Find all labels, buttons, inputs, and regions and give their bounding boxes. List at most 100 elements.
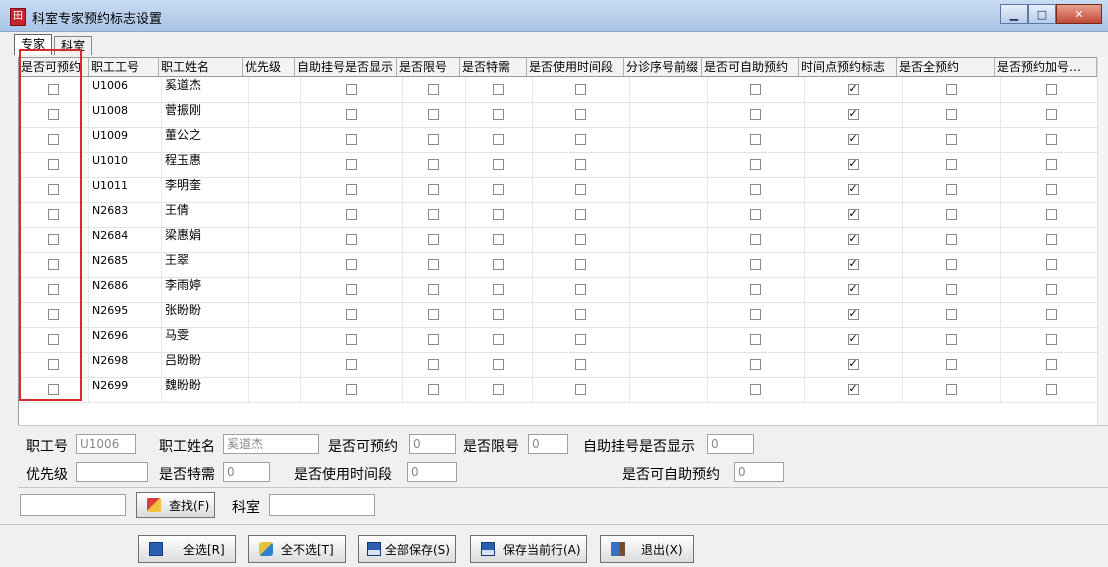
row-checkbox[interactable] xyxy=(493,359,504,370)
checkbox-cell[interactable] xyxy=(301,177,403,202)
row-checkbox[interactable] xyxy=(575,134,586,145)
emp-name-cell[interactable]: 吕盼盼 xyxy=(162,352,249,377)
row-checkbox[interactable] xyxy=(945,209,957,220)
row-checkbox[interactable] xyxy=(345,184,357,195)
save-all-button[interactable]: 全部保存(S) xyxy=(358,535,456,563)
emp-no-cell[interactable]: N2683 xyxy=(89,202,162,227)
column-header[interactable]: 职工姓名 xyxy=(159,58,243,76)
checkbox-cell[interactable] xyxy=(903,102,1001,127)
row-checkbox[interactable] xyxy=(1045,84,1057,95)
emp-no-cell[interactable]: U1008 xyxy=(89,102,162,127)
row-checkbox[interactable] xyxy=(847,132,859,145)
checkbox-cell[interactable] xyxy=(403,277,466,302)
minimize-button[interactable]: ▁ xyxy=(1000,4,1028,24)
row-checkbox[interactable] xyxy=(575,234,586,245)
checkbox-cell[interactable] xyxy=(708,152,805,177)
special-field[interactable]: 0 xyxy=(223,462,270,482)
emp-no-cell[interactable]: N2684 xyxy=(89,227,162,252)
priority-cell[interactable] xyxy=(249,202,301,227)
checkbox-cell[interactable] xyxy=(708,302,805,327)
row-checkbox[interactable] xyxy=(47,84,59,95)
row-checkbox[interactable] xyxy=(47,234,59,245)
priority-cell[interactable] xyxy=(249,352,301,377)
row-checkbox[interactable] xyxy=(575,309,586,320)
row-checkbox[interactable] xyxy=(345,159,357,170)
checkbox-cell[interactable] xyxy=(1001,302,1103,327)
row-checkbox[interactable] xyxy=(750,359,761,370)
row-checkbox[interactable] xyxy=(47,159,59,170)
checkbox-cell[interactable] xyxy=(301,202,403,227)
row-checkbox[interactable] xyxy=(847,307,859,320)
prefix-cell[interactable] xyxy=(630,152,708,177)
checkbox-cell[interactable] xyxy=(301,152,403,177)
checkbox-cell[interactable] xyxy=(805,77,903,102)
checkbox-cell[interactable] xyxy=(403,152,466,177)
emp-no-cell[interactable]: U1011 xyxy=(89,177,162,202)
priority-cell[interactable] xyxy=(249,377,301,402)
timeslot-field[interactable]: 0 xyxy=(407,462,457,482)
column-header[interactable]: 职工工号 xyxy=(89,58,159,76)
row-checkbox[interactable] xyxy=(345,359,357,370)
emp-name-cell[interactable]: 王倩 xyxy=(162,202,249,227)
checkbox-cell[interactable] xyxy=(19,302,89,327)
checkbox-cell[interactable] xyxy=(903,202,1001,227)
row-checkbox[interactable] xyxy=(493,109,504,120)
row-checkbox[interactable] xyxy=(493,384,504,395)
row-checkbox[interactable] xyxy=(428,309,439,320)
row-checkbox[interactable] xyxy=(428,234,439,245)
checkbox-cell[interactable] xyxy=(403,202,466,227)
checkbox-cell[interactable] xyxy=(708,127,805,152)
checkbox-cell[interactable] xyxy=(19,127,89,152)
checkbox-cell[interactable] xyxy=(466,152,533,177)
checkbox-cell[interactable] xyxy=(1001,277,1103,302)
row-checkbox[interactable] xyxy=(47,284,59,295)
checkbox-cell[interactable] xyxy=(533,77,630,102)
checkbox-cell[interactable] xyxy=(466,302,533,327)
table-row[interactable]: N2685 王翠 xyxy=(19,252,1103,278)
emp-name-cell[interactable]: 奚道杰 xyxy=(162,77,249,102)
checkbox-cell[interactable] xyxy=(805,102,903,127)
select-none-button[interactable]: 全不选[T] xyxy=(248,535,346,563)
priority-cell[interactable] xyxy=(249,127,301,152)
maximize-button[interactable]: □ xyxy=(1028,4,1056,24)
checkbox-cell[interactable] xyxy=(903,302,1001,327)
checkbox-cell[interactable] xyxy=(19,377,89,402)
table-row[interactable]: N2686 李雨婷 xyxy=(19,277,1103,303)
checkbox-cell[interactable] xyxy=(805,152,903,177)
checkbox-cell[interactable] xyxy=(466,102,533,127)
self-reserve-field[interactable]: 0 xyxy=(734,462,784,482)
checkbox-cell[interactable] xyxy=(533,352,630,377)
tab-experts[interactable]: 专家 xyxy=(14,34,53,55)
checkbox-cell[interactable] xyxy=(805,227,903,252)
row-checkbox[interactable] xyxy=(750,259,761,270)
table-row[interactable]: N2699 魏盼盼 xyxy=(19,377,1103,403)
checkbox-cell[interactable] xyxy=(19,327,89,352)
row-checkbox[interactable] xyxy=(750,284,761,295)
row-checkbox[interactable] xyxy=(47,109,59,120)
row-checkbox[interactable] xyxy=(493,134,504,145)
row-checkbox[interactable] xyxy=(47,259,59,270)
row-checkbox[interactable] xyxy=(945,334,957,345)
prefix-cell[interactable] xyxy=(630,377,708,402)
limit-field[interactable]: 0 xyxy=(528,434,568,454)
row-checkbox[interactable] xyxy=(847,107,859,120)
row-checkbox[interactable] xyxy=(1045,259,1057,270)
checkbox-cell[interactable] xyxy=(403,302,466,327)
row-checkbox[interactable] xyxy=(575,109,586,120)
row-checkbox[interactable] xyxy=(945,184,957,195)
column-header[interactable]: 是否限号 xyxy=(397,58,460,76)
checkbox-cell[interactable] xyxy=(466,377,533,402)
checkbox-cell[interactable] xyxy=(1001,77,1103,102)
row-checkbox[interactable] xyxy=(575,359,586,370)
checkbox-cell[interactable] xyxy=(19,202,89,227)
row-checkbox[interactable] xyxy=(847,207,859,220)
checkbox-cell[interactable] xyxy=(903,327,1001,352)
checkbox-cell[interactable] xyxy=(1001,327,1103,352)
row-checkbox[interactable] xyxy=(428,159,439,170)
find-button[interactable]: 查找(F) xyxy=(136,492,215,518)
checkbox-cell[interactable] xyxy=(805,377,903,402)
row-checkbox[interactable] xyxy=(493,259,504,270)
emp-no-cell[interactable]: N2695 xyxy=(89,302,162,327)
checkbox-cell[interactable] xyxy=(1001,252,1103,277)
row-checkbox[interactable] xyxy=(493,284,504,295)
